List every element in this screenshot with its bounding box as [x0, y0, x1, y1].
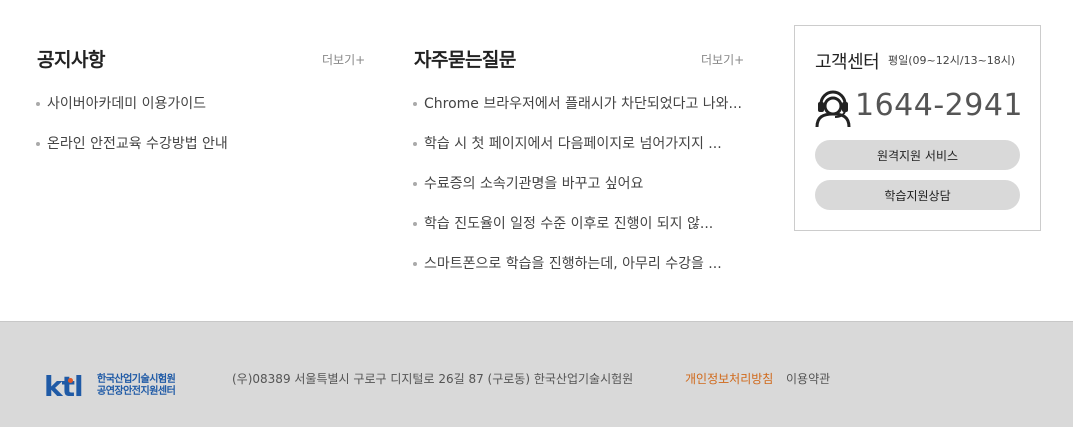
ktl-logo-mark: ktl — [44, 370, 84, 403]
notice-list: 사이버아카데미 이용가이드 온라인 안전교육 수강방법 안내 — [36, 94, 376, 174]
headset-icon — [815, 90, 851, 128]
footer-address: (우)08389 서울특별시 구로구 디지털로 26길 87 (구로동) 한국산… — [232, 372, 634, 386]
faq-list: Chrome 브라우저에서 플래시가 차단되었다고 나와... 학습 시 첫 페… — [413, 94, 753, 294]
faq-list-item[interactable]: 학습 진도율이 일정 수준 이후로 진행이 되지 않... — [413, 214, 753, 254]
customer-center-title: 고객센터 — [815, 52, 880, 73]
faq-list-item[interactable]: 스마트폰으로 학습을 진행하는데, 아무리 수강을 ... — [413, 254, 753, 294]
customer-center-phone: 1644-2941 — [855, 88, 1024, 123]
logo-line-1: 한국산업기술시험원 — [97, 374, 176, 385]
footer: ktl 한국산업기술시험원 공연장안전지원센터 (우)08389 서울특별시 구… — [0, 321, 1073, 427]
customer-center-box: 고객센터 평일(09~12시/13~18시) 1644-2941 원격지원 서비… — [794, 25, 1041, 231]
faq-section-title: 자주묻는질문 — [414, 49, 516, 71]
notice-more-link[interactable]: 더보기+ — [322, 51, 365, 68]
customer-center-hours: 평일(09~12시/13~18시) — [888, 54, 1016, 67]
faq-list-item[interactable]: 수료증의 소속기관명을 바꾸고 싶어요 — [413, 174, 753, 214]
learning-consult-button[interactable]: 학습지원상담 — [815, 180, 1020, 210]
ktl-logo[interactable]: ktl 한국산업기술시험원 공연장안전지원센터 — [44, 370, 194, 404]
ktl-logo-text: 한국산업기술시험원 공연장안전지원센터 — [97, 374, 176, 398]
notice-list-item[interactable]: 온라인 안전교육 수강방법 안내 — [36, 134, 376, 174]
ktl-logo-dot — [68, 378, 73, 383]
terms-link[interactable]: 이용약관 — [786, 370, 830, 387]
privacy-policy-link[interactable]: 개인정보처리방침 — [685, 370, 773, 387]
notice-list-item[interactable]: 사이버아카데미 이용가이드 — [36, 94, 376, 134]
faq-list-item[interactable]: Chrome 브라우저에서 플래시가 차단되었다고 나와... — [413, 94, 753, 134]
faq-list-item[interactable]: 학습 시 첫 페이지에서 다음페이지로 넘어가지지 ... — [413, 134, 753, 174]
faq-more-link[interactable]: 더보기+ — [701, 51, 744, 68]
logo-line-2: 공연장안전지원센터 — [97, 386, 176, 397]
remote-support-button[interactable]: 원격지원 서비스 — [815, 140, 1020, 170]
notice-section-title: 공지사항 — [37, 49, 105, 71]
